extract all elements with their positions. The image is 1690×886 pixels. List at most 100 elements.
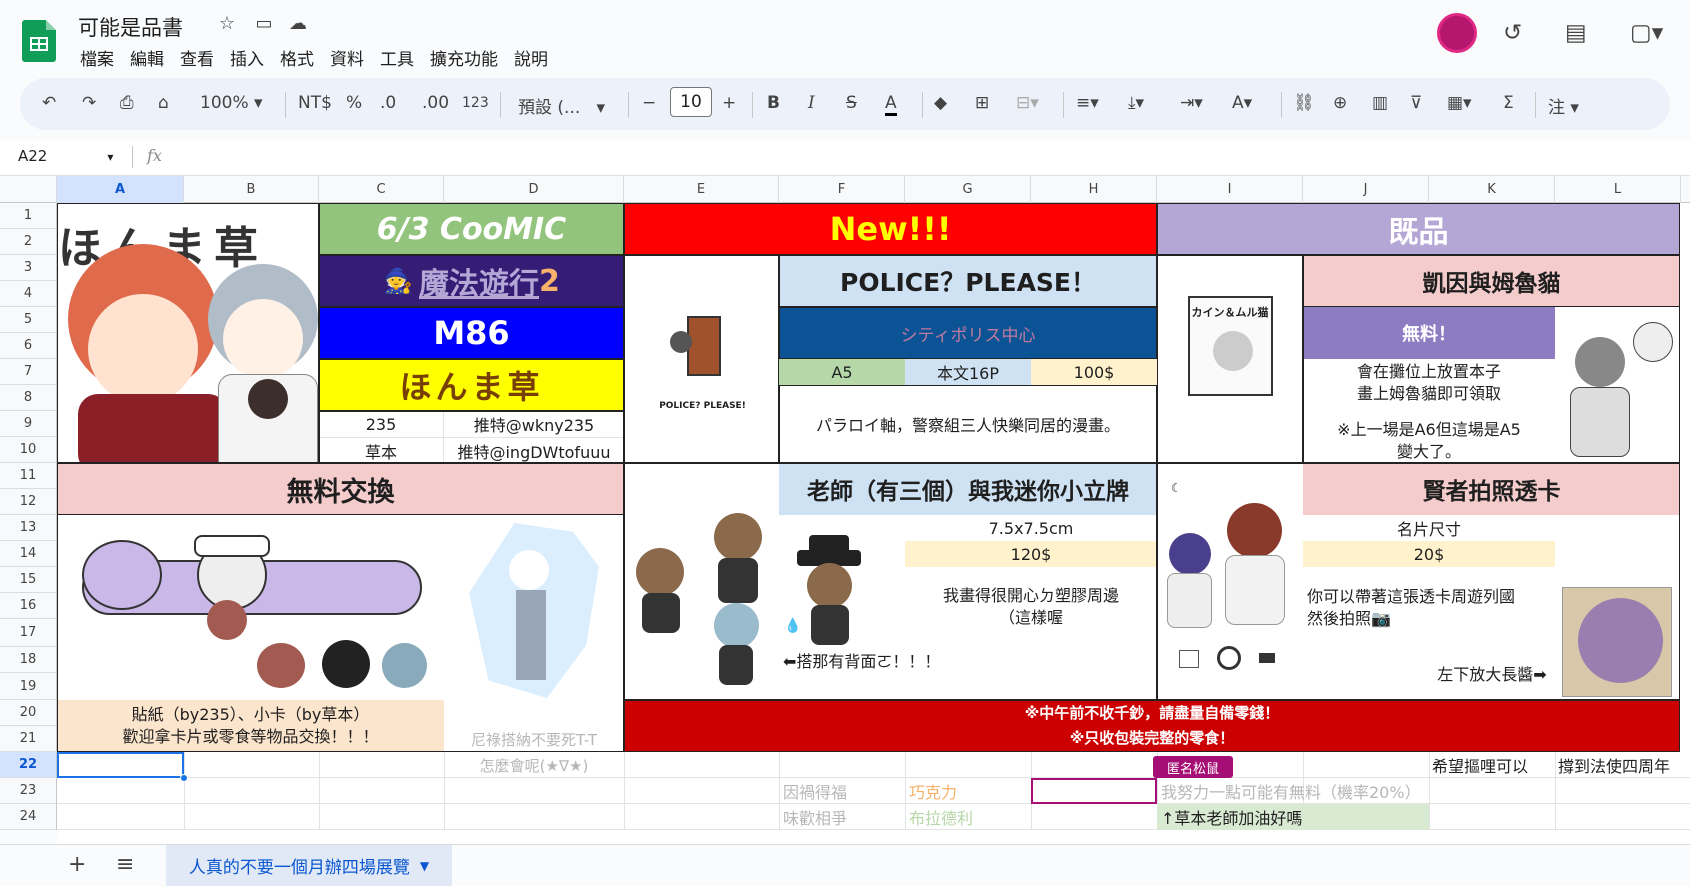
menu-edit[interactable]: 編輯 xyxy=(122,45,172,70)
decrease-decimal-button[interactable]: .0 xyxy=(380,93,396,113)
text-rotation-icon[interactable]: A▾ xyxy=(1232,93,1252,113)
select-all-corner[interactable] xyxy=(0,176,57,203)
sage-note[interactable]: 左下放大長醬➡ xyxy=(1429,660,1555,686)
police-size[interactable]: A5 xyxy=(779,359,905,385)
merge-cells-icon[interactable]: ⊟▾ xyxy=(1016,93,1039,113)
input-tools-icon[interactable]: 注 ▾ xyxy=(1548,93,1579,118)
event-coomic[interactable]: 6/3 CooMIC xyxy=(319,203,624,255)
fill-color-icon[interactable]: ◆ xyxy=(934,93,947,113)
existing-products-header[interactable]: 既品 xyxy=(1157,203,1680,255)
sage-size[interactable]: 名片尺寸 xyxy=(1303,515,1555,541)
row-header-10[interactable]: 10 xyxy=(0,437,57,463)
row-header-21[interactable]: 21 xyxy=(0,726,57,752)
police-price[interactable]: 100$ xyxy=(1031,359,1157,385)
teacher-figure-image[interactable] xyxy=(779,515,905,645)
font-size-decrease-icon[interactable]: − xyxy=(642,93,656,113)
teacher-standee-image[interactable]: 💧 xyxy=(624,463,801,700)
row-header-11[interactable]: 11 xyxy=(0,463,57,489)
sage-price[interactable]: 20$ xyxy=(1303,541,1555,567)
fill-handle[interactable] xyxy=(180,774,188,782)
teacher-size[interactable]: 7.5x7.5cm xyxy=(905,515,1157,541)
wrap-text-icon[interactable]: ⇥▾ xyxy=(1180,93,1203,113)
cell-h23-active[interactable] xyxy=(1031,778,1157,804)
sheet-tab[interactable]: 人真的不要一個月辦四場展覽 ▼ xyxy=(166,845,452,886)
menu-insert[interactable]: 插入 xyxy=(222,45,272,70)
kain-character-image[interactable] xyxy=(1555,307,1680,463)
strikethrough-icon[interactable]: S xyxy=(846,93,857,113)
sage-title[interactable]: 賢者拍照透卡 xyxy=(1303,463,1680,515)
teacher-description[interactable]: 我畫得很開心ㄉ塑膠周邊 （這樣喔 xyxy=(905,585,1157,629)
kain-free-label[interactable]: 無料！ xyxy=(1303,307,1555,359)
col-header-k[interactable]: K xyxy=(1429,176,1555,203)
row-header-12[interactable]: 12 xyxy=(0,489,57,515)
cell-f23[interactable]: 因禍得福 xyxy=(779,778,905,804)
row-header-4[interactable]: 4 xyxy=(0,281,57,307)
cell-f24[interactable]: 味歡相爭 xyxy=(779,804,905,830)
col-header-j[interactable]: J xyxy=(1303,176,1429,203)
police-circle[interactable]: シティポリス中心 xyxy=(779,307,1157,359)
sheets-logo[interactable] xyxy=(22,20,56,62)
redo-icon[interactable]: ↷ xyxy=(82,93,96,113)
circle-name[interactable]: ほんま草 xyxy=(319,359,624,411)
exchange-description[interactable]: 貼紙（by235）、小卡（by草本） 歡迎拿卡片或零食等物品交換！！！ xyxy=(57,700,444,752)
cell-l22[interactable]: 撐到法使四周年 xyxy=(1555,752,1690,778)
currency-button[interactable]: NT$ xyxy=(298,93,332,113)
menu-format[interactable]: 格式 xyxy=(272,45,322,70)
sage-closeup-image[interactable] xyxy=(1562,587,1672,697)
increase-decimal-button[interactable]: .00 xyxy=(422,93,449,113)
event-magic-parade[interactable]: 🧙 魔法遊行 2 xyxy=(319,255,624,307)
selected-cell-a22[interactable] xyxy=(57,752,184,778)
row-header-1[interactable]: 1 xyxy=(0,203,57,229)
meet-icon[interactable]: ▢▾ xyxy=(1630,20,1663,46)
link-icon[interactable]: ⛓ xyxy=(1293,93,1315,113)
undo-icon[interactable]: ↶ xyxy=(42,93,56,113)
police-description[interactable]: パラロイ軸，警察組三人快樂同居的漫畫。 xyxy=(779,385,1157,463)
font-select[interactable]: 預設 (... ▾ xyxy=(518,93,605,118)
paint-format-icon[interactable]: ⌂ xyxy=(158,93,169,113)
event-m86[interactable]: M86 xyxy=(319,307,624,359)
sticker-art-image[interactable] xyxy=(57,515,444,700)
col-header-c[interactable]: C xyxy=(319,176,444,203)
row-header-15[interactable]: 15 xyxy=(0,567,57,593)
cloud-status-icon[interactable]: ☁ xyxy=(285,13,311,34)
row-header-13[interactable]: 13 xyxy=(0,515,57,541)
number-format-button[interactable]: 123 xyxy=(462,95,489,111)
comment-icon[interactable]: ▤ xyxy=(1565,20,1587,46)
teacher-note[interactable]: ⬅搭那有背面ㄛ！！！ xyxy=(779,647,1157,673)
font-size-increase-icon[interactable]: + xyxy=(722,93,736,113)
warning-banner[interactable]: ※中午前不收千鈔，請盡量自備零錢！ ※只收包裝完整的零食！ xyxy=(624,700,1680,752)
italic-button[interactable]: I xyxy=(808,93,815,113)
menu-help[interactable]: 說明 xyxy=(506,45,556,70)
move-folder-icon[interactable]: ▭ xyxy=(251,13,277,34)
teacher-price[interactable]: 120$ xyxy=(905,541,1157,567)
row-header-5[interactable]: 5 xyxy=(0,307,57,333)
all-sheets-icon[interactable]: ≡ xyxy=(116,852,134,877)
row-header-14[interactable]: 14 xyxy=(0,541,57,567)
kain-description[interactable]: 會在攤位上放置本子 畫上姆魯貓即可領取 ※上一場是A6但這場是A5 變大了。 xyxy=(1303,359,1555,463)
percent-button[interactable]: % xyxy=(346,93,362,113)
col-header-g[interactable]: G xyxy=(905,176,1031,203)
cell-d22[interactable]: 怎麼會呢(★∇★) xyxy=(444,752,624,778)
teacher-title[interactable]: 老師（有三個）與我迷你小立牌 xyxy=(779,463,1157,515)
menu-data[interactable]: 資料 xyxy=(322,45,372,70)
sage-description[interactable]: 你可以帶著這張透卡周遊列國 然後拍照📷 xyxy=(1307,586,1557,630)
row-header-24[interactable]: 24 xyxy=(0,804,57,830)
row-header-6[interactable]: 6 xyxy=(0,333,57,359)
row-header-8[interactable]: 8 xyxy=(0,385,57,411)
row-header-23[interactable]: 23 xyxy=(0,778,57,804)
police-cover-image[interactable]: POLICE? PLEASE! xyxy=(624,255,779,463)
exchange-header[interactable]: 無料交換 xyxy=(57,463,624,515)
row-header-3[interactable]: 3 xyxy=(0,255,57,281)
col-header-b[interactable]: B xyxy=(184,176,319,203)
user-avatar[interactable] xyxy=(1437,13,1477,53)
police-title[interactable]: POLICE？PLEASE！ xyxy=(779,255,1157,307)
cell-d21[interactable]: 尼祿搭納不要死T-T xyxy=(444,726,624,752)
new-header[interactable]: New!!! xyxy=(624,203,1157,255)
circle-art-image[interactable]: ほんま草 xyxy=(57,203,319,463)
vertical-align-icon[interactable]: ⤓▾ xyxy=(1128,93,1144,113)
menu-tools[interactable]: 工具 xyxy=(372,45,422,70)
comment-author-tag[interactable]: 匿名松鼠 xyxy=(1153,756,1233,778)
cell-g23[interactable]: 巧克力 xyxy=(905,778,1031,804)
cell-i23[interactable]: 我努力一點可能有無料（機率20%） xyxy=(1157,778,1429,804)
borders-icon[interactable]: ⊞ xyxy=(975,93,989,113)
